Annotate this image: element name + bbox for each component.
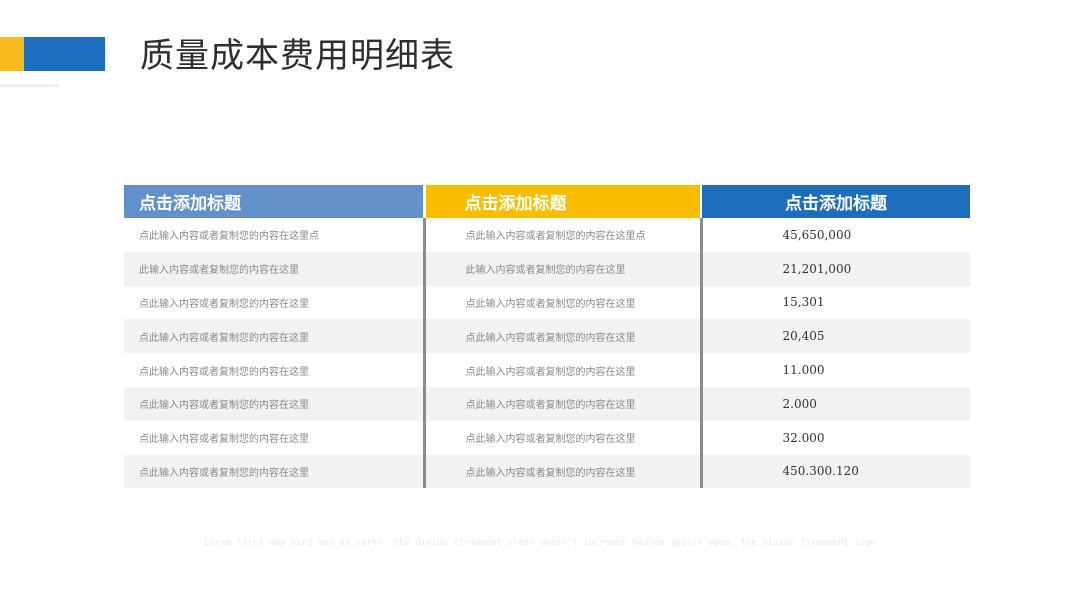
amount-cell[interactable]: 45,650,000 <box>699 218 970 252</box>
table-cell[interactable]: 点此输入内容或者复制您的内容在这里 <box>124 285 424 320</box>
accent-bar-blue <box>24 37 105 71</box>
table-row: 点此输入内容或者复制您的内容在这里 点此输入内容或者复制您的内容在这里 450.… <box>124 454 970 489</box>
amount-cell[interactable]: 11.000 <box>699 353 970 387</box>
accent-bar-yellow <box>0 37 24 71</box>
slide-title: 质量成本费用明细表 <box>140 36 455 76</box>
table-cell[interactable]: 点此输入内容或者复制您的内容在这里 <box>422 353 701 387</box>
slide: 质量成本费用明细表 点击添加标题 点击添加标题 点击添加标题 点此输入内容或者复… <box>0 0 1080 608</box>
table-row: 此输入内容或者复制您的内容在这里 此输入内容或者复制您的内容在这里 21,201… <box>124 251 970 286</box>
amount-cell[interactable]: 2.000 <box>699 386 970 421</box>
amount-cell[interactable]: 21,201,000 <box>699 251 970 286</box>
accent-line <box>0 84 60 87</box>
cost-detail-table: 点击添加标题 点击添加标题 点击添加标题 点此输入内容或者复制您的内容在这里点 … <box>124 185 970 489</box>
table-cell[interactable]: 点此输入内容或者复制您的内容在这里 <box>124 353 424 387</box>
table-cell[interactable]: 点此输入内容或者复制您的内容在这里 <box>422 319 701 354</box>
table-row: 点此输入内容或者复制您的内容在这里点 点此输入内容或者复制您的内容在这里点 45… <box>124 218 970 252</box>
table-cell[interactable]: 点此输入内容或者复制您的内容在这里 <box>124 420 424 455</box>
table-cell[interactable]: 点此输入内容或者复制您的内容在这里点 <box>422 218 701 252</box>
table-cell[interactable]: 此输入内容或者复制您的内容在这里 <box>422 251 701 286</box>
table-cell[interactable]: 点此输入内容或者复制您的内容在这里 <box>422 420 701 455</box>
table-row: 点此输入内容或者复制您的内容在这里 点此输入内容或者复制您的内容在这里 32.0… <box>124 420 970 455</box>
table-row: 点此输入内容或者复制您的内容在这里 点此输入内容或者复制您的内容在这里 15,3… <box>124 285 970 320</box>
table-cell[interactable]: 点此输入内容或者复制您的内容在这里 <box>124 319 424 354</box>
amount-cell[interactable]: 32.000 <box>699 420 970 455</box>
table-row: 点此输入内容或者复制您的内容在这里 点此输入内容或者复制您的内容在这里 11.0… <box>124 353 970 387</box>
column-header[interactable]: 点击添加标题 <box>124 185 424 218</box>
table-header-row: 点击添加标题 点击添加标题 点击添加标题 <box>124 185 970 218</box>
amount-cell[interactable]: 450.300.120 <box>699 454 970 489</box>
table-cell[interactable]: 点此输入内容或者复制您的内容在这里 <box>422 386 701 421</box>
table-row: 点此输入内容或者复制您的内容在这里 点此输入内容或者复制您的内容在这里 2.00… <box>124 386 970 421</box>
footer-placeholder-text: Lorem first-day bird and as earth, the d… <box>204 538 876 548</box>
amount-cell[interactable]: 15,301 <box>699 285 970 320</box>
table-cell[interactable]: 点此输入内容或者复制您的内容在这里 <box>124 454 424 489</box>
column-header[interactable]: 点击添加标题 <box>422 185 701 218</box>
column-header[interactable]: 点击添加标题 <box>700 185 970 218</box>
amount-cell[interactable]: 20,405 <box>699 319 970 354</box>
table-cell[interactable]: 点此输入内容或者复制您的内容在这里 <box>422 285 701 320</box>
table-cell[interactable]: 点此输入内容或者复制您的内容在这里 <box>422 454 701 489</box>
table-cell[interactable]: 此输入内容或者复制您的内容在这里 <box>124 251 424 286</box>
table-cell[interactable]: 点此输入内容或者复制您的内容在这里 <box>124 386 424 421</box>
table-row: 点此输入内容或者复制您的内容在这里 点此输入内容或者复制您的内容在这里 20,4… <box>124 319 970 354</box>
table-cell[interactable]: 点此输入内容或者复制您的内容在这里点 <box>124 218 424 252</box>
